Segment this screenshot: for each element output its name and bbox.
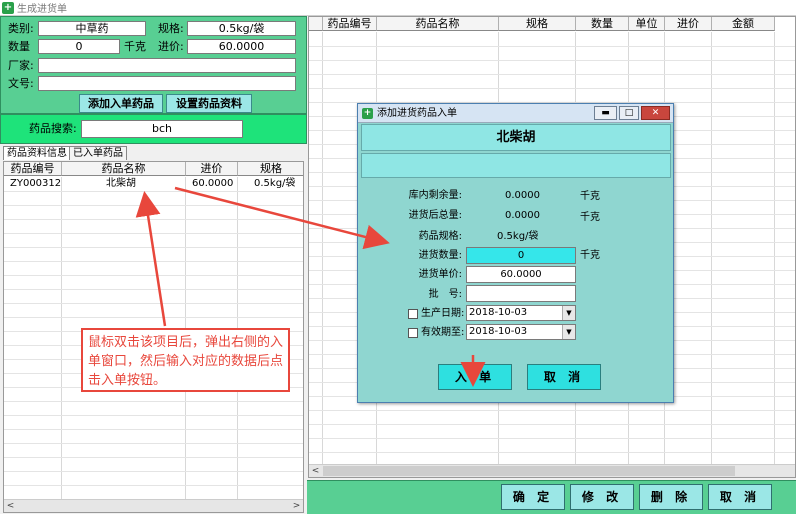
annotation-callout: 鼠标双击该项目后，弹出右侧的入单窗口，然后输入对应的数据后点击入单按钮。: [81, 328, 290, 392]
arrow-to-dialog: [174, 186, 390, 250]
arrow-to-row: [135, 191, 167, 327]
annotation-arrows: [135, 186, 486, 387]
